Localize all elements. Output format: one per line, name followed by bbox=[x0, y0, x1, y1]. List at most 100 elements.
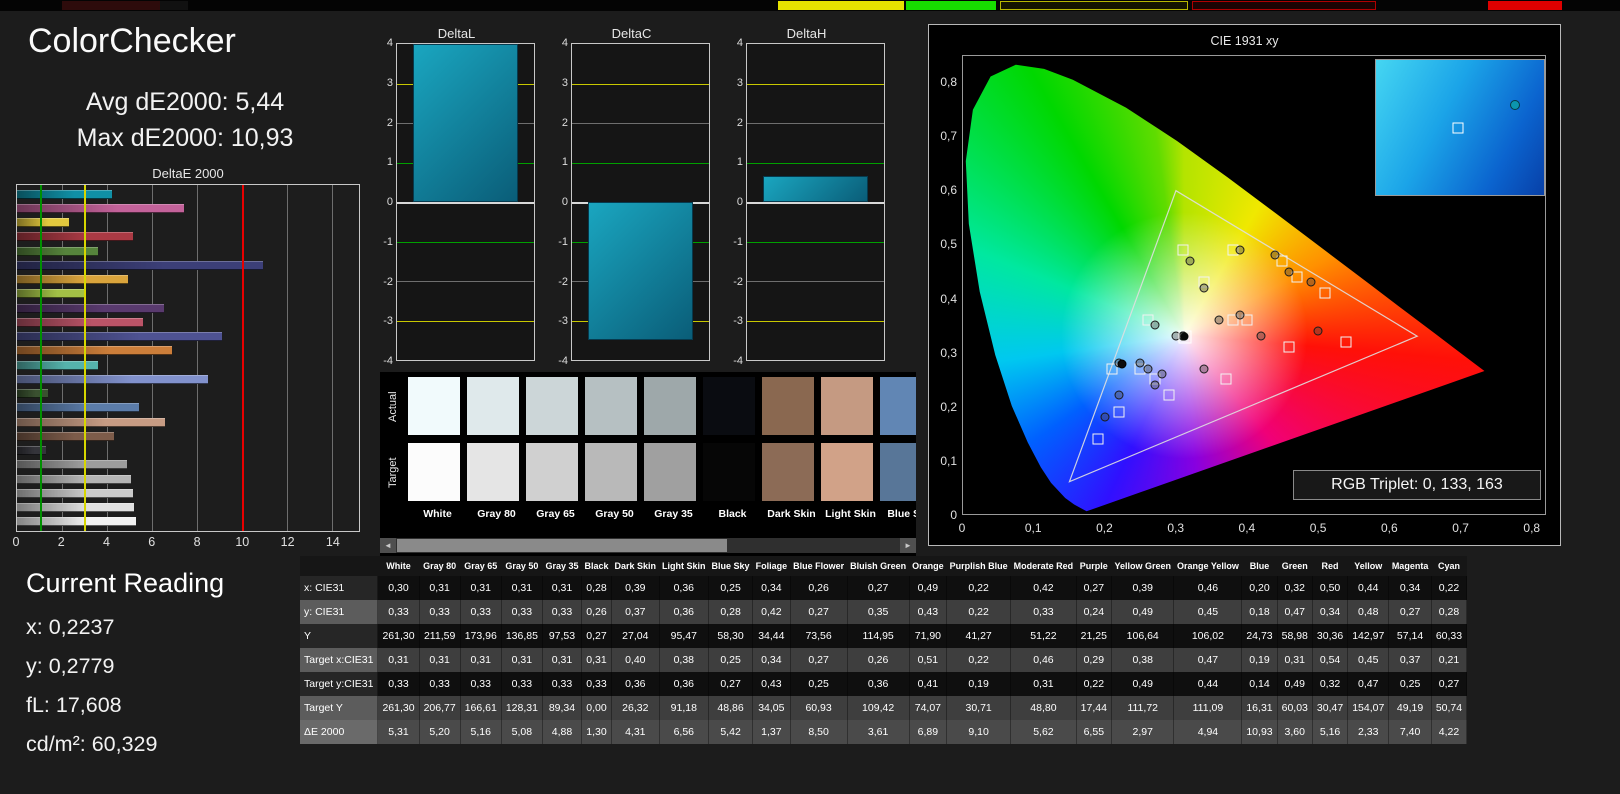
table-cell: 111,72 bbox=[1111, 696, 1175, 720]
table-cell: 0,27 bbox=[1076, 576, 1112, 600]
table-cell: 5,62 bbox=[1010, 720, 1077, 744]
table-cell: 0,33 bbox=[501, 600, 543, 624]
chart-title: DeltaL bbox=[437, 26, 476, 41]
table-cell: 2,97 bbox=[1111, 720, 1175, 744]
white-point-marker bbox=[1178, 330, 1192, 344]
gridline bbox=[747, 241, 884, 243]
target-swatch bbox=[703, 443, 755, 501]
table-cell: 0,29 bbox=[1076, 648, 1112, 672]
deltae-bar-row bbox=[17, 232, 359, 242]
deltae-bar-row bbox=[17, 431, 359, 441]
axis-tick-label: -3 bbox=[733, 315, 743, 328]
reference-line bbox=[242, 185, 244, 531]
horizontal-scrollbar[interactable]: ◄ ► bbox=[380, 538, 916, 553]
status-segment bbox=[1488, 1, 1562, 10]
column-header: Black bbox=[581, 556, 612, 576]
cie-measured-point bbox=[1199, 283, 1209, 293]
column-header: Dark Skin bbox=[611, 556, 660, 576]
table-cell: 0,26 bbox=[790, 576, 848, 600]
deltae-bar bbox=[17, 460, 127, 470]
axis-tick-label: -1 bbox=[383, 235, 393, 248]
table-cell: 0,33 bbox=[542, 600, 582, 624]
deltae-bar-row bbox=[17, 246, 359, 256]
deltae-bar-row bbox=[17, 460, 359, 470]
row-label: Target x:CIE31 bbox=[300, 648, 379, 672]
table-cell: 114,95 bbox=[847, 624, 910, 648]
axis-tick-label: 0,4 bbox=[1238, 521, 1256, 535]
cie-yaxis: 0 0,1 0,2 0,3 0,4 0,5 0,6 0,7 0,8 bbox=[931, 55, 961, 522]
table-cell: 30,71 bbox=[946, 696, 1012, 720]
table-row: Target Y 261,30 206,77 166,61 128,31 89,34 0,0… bbox=[300, 696, 1468, 720]
table-cell: 50,74 bbox=[1431, 696, 1468, 720]
table-cell: 111,09 bbox=[1173, 696, 1243, 720]
cie-measured-point bbox=[1114, 390, 1124, 400]
axis-tick-label: 2 bbox=[736, 116, 743, 129]
axis-tick-label: 1 bbox=[736, 156, 743, 169]
current-reading-title: Current Reading bbox=[26, 568, 225, 598]
status-segment bbox=[778, 1, 904, 10]
axis-tick-label: 0,1 bbox=[1024, 521, 1042, 535]
table-cell: 74,07 bbox=[909, 696, 948, 720]
column-header: White bbox=[377, 556, 420, 576]
axis-tick-label: 4 bbox=[736, 37, 743, 49]
axis-tick-label: 0 bbox=[958, 521, 966, 535]
deltae-bar bbox=[17, 260, 263, 270]
axis-tick-label: 0,5 bbox=[940, 237, 957, 252]
deltae-bar bbox=[17, 488, 134, 498]
cie-measured-point bbox=[1284, 267, 1294, 277]
deltae-bar-row bbox=[17, 474, 359, 484]
column-header: Green bbox=[1277, 556, 1313, 576]
axis-tick-label: 1 bbox=[561, 156, 568, 169]
table-cell: 173,96 bbox=[460, 624, 502, 648]
table-cell: 4,88 bbox=[542, 720, 582, 744]
axis-tick-label: -1 bbox=[733, 235, 743, 248]
table-cell: 0,36 bbox=[847, 672, 910, 696]
delta-bar bbox=[413, 44, 518, 202]
axis-tick-label: 0 bbox=[950, 508, 957, 522]
column-header: Bluish Green bbox=[847, 556, 910, 576]
axis-tick-label: -3 bbox=[383, 315, 393, 328]
table-cell: 0,25 bbox=[1388, 672, 1432, 696]
row-label: x: CIE31 bbox=[300, 576, 379, 600]
swatch-label: Gray 50 bbox=[595, 508, 634, 520]
axis-tick-label: -2 bbox=[733, 275, 743, 288]
swatch-label: White bbox=[423, 508, 452, 520]
deltae-bar bbox=[17, 431, 114, 441]
table-row: x: CIE31 0,30 0,31 0,31 0,31 0,31 0,28 0,39 0,36… bbox=[300, 576, 1468, 600]
column-header: Yellow bbox=[1347, 556, 1389, 576]
axis-tick-label: 3 bbox=[386, 76, 393, 89]
reading-fl: fL: 17,608 bbox=[26, 693, 122, 717]
scrollbar-thumb[interactable] bbox=[397, 539, 727, 552]
table-cell: 261,30 bbox=[377, 624, 420, 648]
actual-swatch bbox=[585, 377, 637, 435]
chart-title: DeltaH bbox=[786, 26, 827, 41]
column-header: Red bbox=[1312, 556, 1348, 576]
cie-measured-point bbox=[1256, 331, 1266, 341]
table-cell: 4,94 bbox=[1173, 720, 1243, 744]
row-label: Target Y bbox=[300, 696, 379, 720]
gridline bbox=[572, 162, 709, 164]
axis-tick-label: 0,4 bbox=[940, 291, 957, 306]
table-cell: 0,31 bbox=[419, 576, 461, 600]
scroll-right-arrow[interactable]: ► bbox=[900, 538, 916, 553]
table-cell: 71,90 bbox=[909, 624, 948, 648]
axis-tick-label: 8 bbox=[193, 535, 201, 549]
axis-tick-label: 1 bbox=[386, 156, 393, 169]
table-cell: 0,24 bbox=[1076, 600, 1112, 624]
scroll-left-arrow[interactable]: ◄ bbox=[380, 538, 396, 553]
axis-tick-label: 2 bbox=[57, 535, 65, 549]
table-cell: 3,60 bbox=[1277, 720, 1313, 744]
column-header: Moderate Red bbox=[1010, 556, 1077, 576]
table-body: x: CIE31 0,30 0,31 0,31 0,31 0,31 0,28 0,39 0,36… bbox=[300, 576, 1468, 744]
table-cell: 0,33 bbox=[542, 672, 582, 696]
delta-chart-panel: DeltaH 4 3 2 1 0 -1 -2 -3 -4 bbox=[728, 26, 885, 367]
delta-chart-plot bbox=[396, 43, 535, 361]
table-cell: 0,33 bbox=[419, 600, 461, 624]
table-cell: 0,31 bbox=[1277, 648, 1313, 672]
deltae-bar-row bbox=[17, 275, 359, 285]
table-cell: 0,28 bbox=[581, 576, 613, 600]
table-cell: 51,22 bbox=[1010, 624, 1077, 648]
status-segment bbox=[62, 1, 160, 10]
table-cell: 0,31 bbox=[419, 648, 461, 672]
delta-chart-panel: DeltaL 4 3 2 1 0 -1 -2 -3 -4 bbox=[378, 26, 535, 367]
